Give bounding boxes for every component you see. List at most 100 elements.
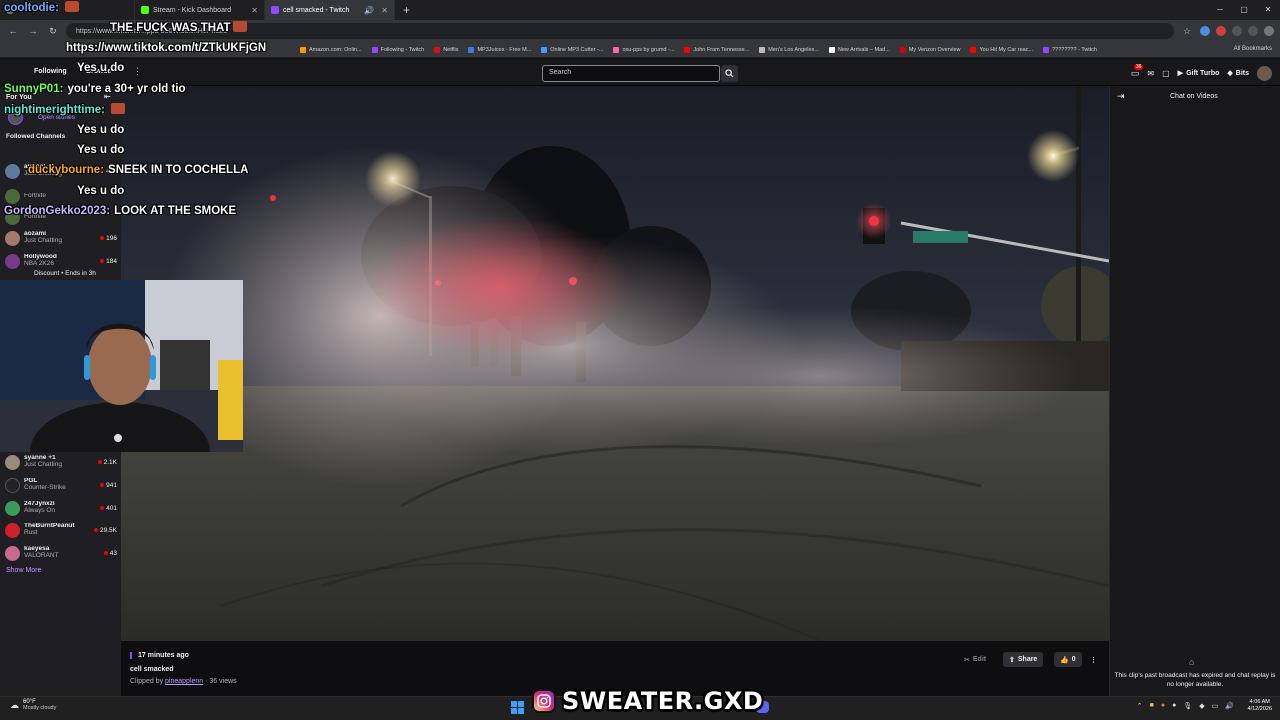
avatar bbox=[5, 230, 20, 246]
bits-label: Bits bbox=[1235, 69, 1249, 77]
more-icon: ⋮ bbox=[1090, 656, 1097, 664]
more-options-button[interactable]: ⋮ bbox=[1084, 652, 1103, 667]
mail-icon[interactable]: ✉ bbox=[1147, 69, 1154, 78]
extension-icon[interactable] bbox=[1216, 26, 1226, 36]
search-input[interactable]: Search bbox=[542, 65, 720, 82]
chat-username: SunnyP01: bbox=[4, 83, 64, 95]
sidebar-channel[interactable]: Hollywood NBA 2K26 184 bbox=[5, 250, 117, 272]
edit-button[interactable]: ✂ Edit bbox=[958, 652, 992, 667]
share-button[interactable]: ⇪ Share bbox=[1003, 652, 1044, 667]
bookmark-item[interactable]: MP3Juices - Free M... bbox=[468, 46, 532, 53]
clipper-link[interactable]: pineapplenn bbox=[165, 678, 203, 685]
collapse-chat-icon[interactable]: ⇥ bbox=[1117, 91, 1125, 102]
chat-overlay-message: Yes u do bbox=[77, 185, 124, 197]
chevron-up-icon[interactable]: ⌃ bbox=[1137, 702, 1143, 710]
bookmark-item[interactable]: Men's Los Angeles... bbox=[759, 46, 819, 53]
sidebar-channel[interactable]: aozami Just Chatting 196 bbox=[5, 227, 117, 249]
star-icon[interactable]: ☆ bbox=[1180, 26, 1194, 37]
search-button[interactable] bbox=[721, 65, 738, 82]
chat-username: cooltodie: bbox=[4, 2, 59, 14]
show-more-link[interactable]: Show More bbox=[6, 567, 41, 574]
followed-channels-heading: Followed Channels bbox=[6, 133, 66, 140]
chat-text: Yes u do bbox=[77, 185, 125, 197]
share-label: Share bbox=[1017, 656, 1038, 663]
bookmark-item[interactable]: New Arrivals – Mad... bbox=[828, 46, 890, 53]
clip-title: cell smacked bbox=[130, 666, 174, 673]
bookmark-item[interactable]: Online MP3 Cutter -... bbox=[541, 46, 604, 53]
bookmark-label: Online MP3 Cutter -... bbox=[550, 46, 604, 53]
bookmark-icon bbox=[300, 46, 306, 53]
app-icon[interactable]: ● bbox=[1161, 702, 1165, 710]
menu-icon[interactable] bbox=[1264, 26, 1274, 36]
bookmark-item[interactable]: Netflix bbox=[434, 46, 459, 53]
tab-twitch-clip[interactable]: cell smacked - Twitch 🔊 ✕ bbox=[265, 0, 395, 20]
bookmark-label: John From Tennesse... bbox=[693, 46, 750, 53]
all-bookmarks-button[interactable]: All Bookmarks bbox=[1234, 46, 1272, 52]
close-window-icon[interactable]: ✕ bbox=[1256, 0, 1280, 20]
chat-emote-icon bbox=[64, 1, 79, 12]
bookmark-icon bbox=[899, 46, 906, 53]
start-button[interactable] bbox=[511, 701, 524, 714]
more-icon[interactable]: ⋮ bbox=[133, 66, 142, 77]
volume-icon[interactable]: 🔊 bbox=[1225, 702, 1234, 710]
app-icon[interactable]: ◆ bbox=[1199, 702, 1204, 710]
bookmark-item[interactable]: My Verizon Overview bbox=[899, 46, 961, 53]
video-player[interactable] bbox=[121, 86, 1109, 641]
extension-icon[interactable] bbox=[1232, 26, 1242, 36]
gift-turbo-button[interactable]: ▶ Gift Turbo bbox=[1178, 69, 1220, 78]
extension-icon[interactable] bbox=[1248, 26, 1258, 36]
chat-overlay-message: nightimerighttime: bbox=[4, 103, 125, 116]
mic-icon[interactable]: 🎙 bbox=[1183, 702, 1192, 710]
bookmark-label: MP3Juices - Free M... bbox=[477, 46, 532, 53]
channel-category: NBA 2K26 bbox=[24, 260, 54, 267]
clock[interactable]: 4:06 AM 4/12/2026 bbox=[1248, 699, 1272, 713]
notifications-button[interactable]: ▭ 36 bbox=[1131, 63, 1144, 79]
thumbs-up-icon: 👍 bbox=[1060, 656, 1069, 664]
viewer-count: 196 bbox=[100, 235, 117, 242]
sidebar-channel[interactable]: 247Jynxzi Always On 401 bbox=[5, 497, 117, 519]
chat-overlay-message: THE FUCK WAS THAT bbox=[110, 21, 247, 34]
sidebar-channel[interactable]: syanne +1 Just Chatting 2.1K bbox=[5, 451, 117, 473]
tab-kick-dashboard[interactable]: Stream - Kick Dashboard ✕ bbox=[135, 0, 265, 20]
close-icon[interactable]: ✕ bbox=[251, 6, 258, 15]
chat-emote-icon bbox=[110, 103, 125, 114]
bookmark-label: Netflix bbox=[443, 46, 459, 53]
weather-condition: Mostly cloudy bbox=[23, 705, 57, 711]
bookmark-item[interactable]: Following - Twitch bbox=[371, 46, 424, 53]
maximize-icon[interactable]: ▢ bbox=[1232, 0, 1256, 20]
reload-icon[interactable]: ↻ bbox=[46, 26, 60, 37]
bookmark-item[interactable]: ???????? - Twitch bbox=[1043, 46, 1097, 53]
windows-icon bbox=[518, 701, 524, 707]
sidebar-channel[interactable]: kaeyesa VALORANT 43 bbox=[5, 542, 117, 564]
time: 4:06 AM bbox=[1249, 699, 1270, 705]
network-icon[interactable]: ▭ bbox=[1212, 702, 1219, 710]
nav-following[interactable]: Following bbox=[34, 68, 67, 75]
bits-button[interactable]: ◆ Bits bbox=[1227, 69, 1249, 78]
webcam-overlay bbox=[0, 280, 243, 452]
weather-widget[interactable]: ☁ 60°F Mostly cloudy bbox=[10, 699, 56, 711]
windows-icon bbox=[511, 708, 517, 714]
date: 4/12/2026 bbox=[1247, 706, 1272, 713]
bookmark-item[interactable]: You Hit My Car reac... bbox=[970, 46, 1033, 53]
folder-icon[interactable]: ■ bbox=[1150, 702, 1154, 710]
close-icon[interactable]: 🔊 bbox=[364, 6, 374, 15]
sidebar-channel[interactable]: TheBurntPeanut Rust 29.5K bbox=[5, 519, 117, 541]
user-avatar[interactable] bbox=[1257, 65, 1272, 81]
bookmark-label: My Verizon Overview bbox=[908, 46, 961, 53]
like-button[interactable]: 👍 0 bbox=[1054, 652, 1082, 667]
minimize-icon[interactable]: ─ bbox=[1208, 0, 1232, 20]
bookmark-label: New Arrivals – Mad... bbox=[837, 46, 890, 53]
avatar bbox=[5, 454, 20, 470]
back-icon[interactable]: ← bbox=[6, 26, 20, 36]
whispers-icon[interactable]: ▢ bbox=[1162, 69, 1170, 78]
extension-icon[interactable] bbox=[1200, 26, 1210, 36]
bookmark-item[interactable]: osu-pps by grumd -... bbox=[613, 46, 674, 53]
sidebar-channel[interactable]: PGL Counter-Strike 941 bbox=[5, 474, 117, 496]
close-icon[interactable]: ✕ bbox=[381, 6, 388, 15]
new-tab-button[interactable]: + bbox=[395, 3, 418, 17]
bookmark-item[interactable]: Amazon.com: Onlin... bbox=[300, 46, 362, 53]
chrome-icon[interactable]: ● bbox=[1172, 702, 1176, 710]
forward-icon[interactable]: → bbox=[26, 26, 40, 36]
bookmark-item[interactable]: John From Tennesse... bbox=[684, 46, 750, 53]
viewer-count: 43 bbox=[104, 550, 117, 557]
